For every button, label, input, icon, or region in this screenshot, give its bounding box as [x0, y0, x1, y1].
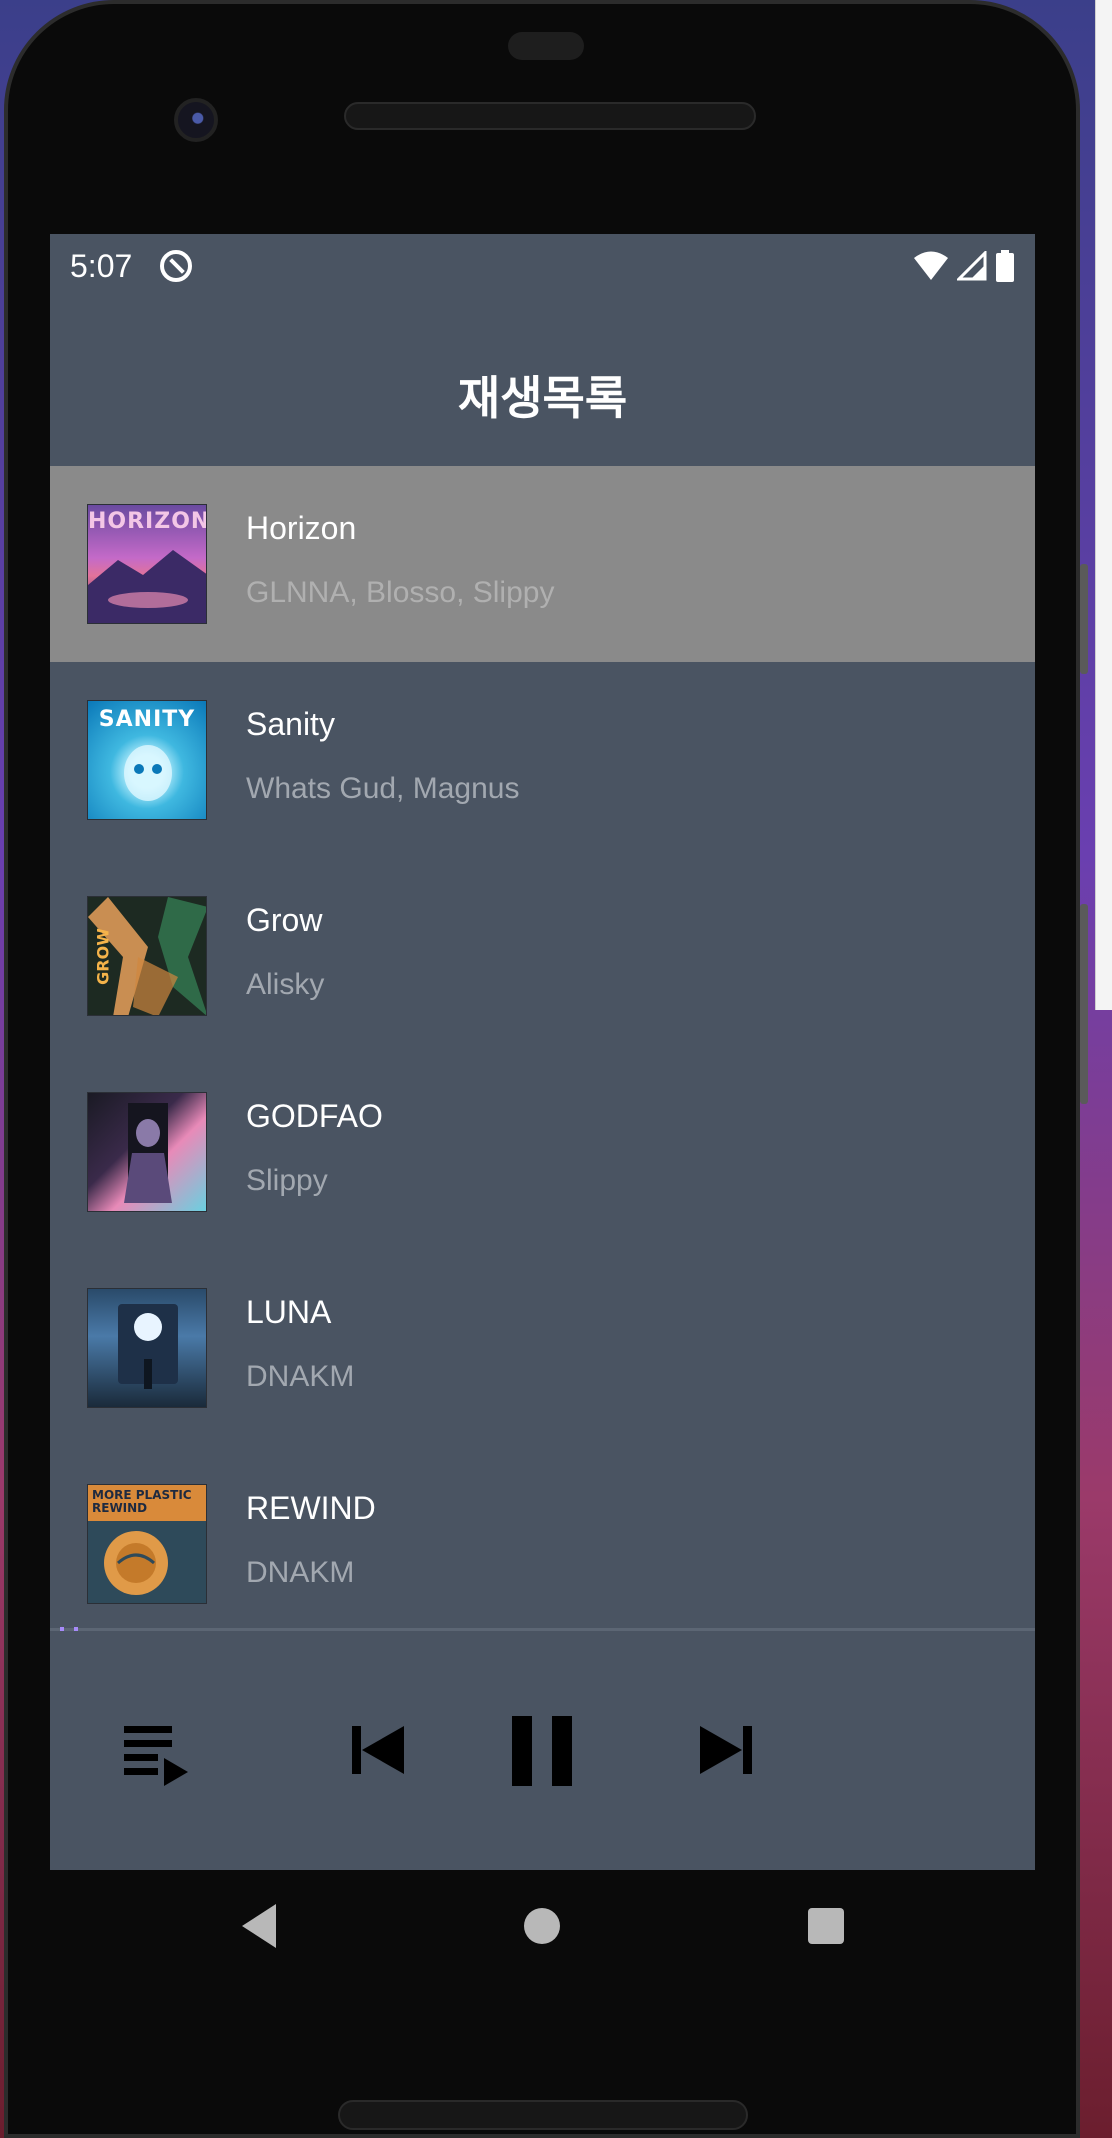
page-title: 재생목록: [457, 371, 628, 425]
system-navigation-bar: [50, 1870, 1035, 1980]
track-title: Sanity: [246, 706, 335, 742]
bottom-speaker: [338, 2100, 748, 2130]
signal-icon: [957, 251, 987, 281]
track-row-luna[interactable]: LUNA DNAKM: [50, 1250, 1035, 1446]
track-artist: Alisky: [246, 968, 325, 1001]
track-title: Horizon: [246, 510, 357, 546]
track-row-rewind[interactable]: MORE PLASTIC REWIND REWIND DNAKM: [50, 1446, 1035, 1642]
status-time: 5:07: [70, 247, 133, 284]
track-artist: GLNNA, Blosso, Slippy: [246, 576, 555, 609]
track-artist: DNAKM: [246, 1360, 355, 1393]
album-art: HORIZON: [87, 504, 207, 624]
track-artist: Slippy: [246, 1164, 328, 1197]
earpiece-speaker: [344, 102, 756, 130]
back-icon[interactable]: [230, 1896, 290, 1956]
album-art: [87, 1092, 207, 1212]
home-icon[interactable]: [512, 1896, 572, 1956]
playback-progress-bar[interactable]: [60, 1627, 78, 1631]
track-artist: Whats Gud, Magnus: [246, 772, 520, 805]
wifi-icon: [914, 251, 948, 280]
phone-volume-button: [1080, 904, 1088, 1104]
track-row-sanity[interactable]: SANITY Sanity Whats Gud, Magnus: [50, 662, 1035, 858]
track-artist: DNAKM: [246, 1556, 355, 1589]
playlist-icon[interactable]: [120, 1712, 196, 1788]
pause-icon[interactable]: [504, 1712, 580, 1788]
player-divider: [50, 1628, 1035, 1631]
album-art-text: GROW: [93, 928, 113, 985]
album-art-text: HORIZON: [88, 509, 207, 534]
album-art: [87, 1288, 207, 1408]
album-art-text: MORE PLASTIC REWIND: [92, 1488, 192, 1515]
phone-side-button: [1080, 564, 1088, 674]
background-window-edge: [1095, 0, 1112, 1010]
track-title: Grow: [246, 902, 323, 938]
album-art: SANITY: [87, 700, 207, 820]
app-notification-icon: [160, 250, 193, 282]
track-row-grow[interactable]: GROW Grow Alisky: [50, 858, 1035, 1054]
front-camera-icon: [174, 98, 218, 142]
track-title: GODFAO: [246, 1098, 383, 1134]
app-screen: 5:07 재생목록 HORIZON Horizon GLNNA, Blosso,…: [50, 234, 1035, 1870]
skip-next-icon[interactable]: [688, 1712, 764, 1788]
album-art-text: SANITY: [98, 707, 196, 732]
track-row-horizon[interactable]: HORIZON Horizon GLNNA, Blosso, Slippy: [50, 466, 1035, 662]
skip-previous-icon[interactable]: [340, 1712, 416, 1788]
track-title: REWIND: [246, 1490, 376, 1526]
player-controls: [50, 1632, 1035, 1870]
status-icons: [913, 250, 1015, 282]
playlist: HORIZON Horizon GLNNA, Blosso, Slippy SA…: [50, 466, 1035, 1642]
battery-icon: [996, 250, 1014, 282]
album-art: MORE PLASTIC REWIND: [87, 1484, 207, 1604]
recents-icon[interactable]: [796, 1896, 856, 1956]
album-art: GROW: [87, 896, 207, 1016]
sensor-notch: [508, 32, 584, 60]
status-bar: 5:07: [50, 234, 1035, 292]
track-title: LUNA: [246, 1294, 332, 1330]
track-row-godfao[interactable]: GODFAO Slippy: [50, 1054, 1035, 1250]
